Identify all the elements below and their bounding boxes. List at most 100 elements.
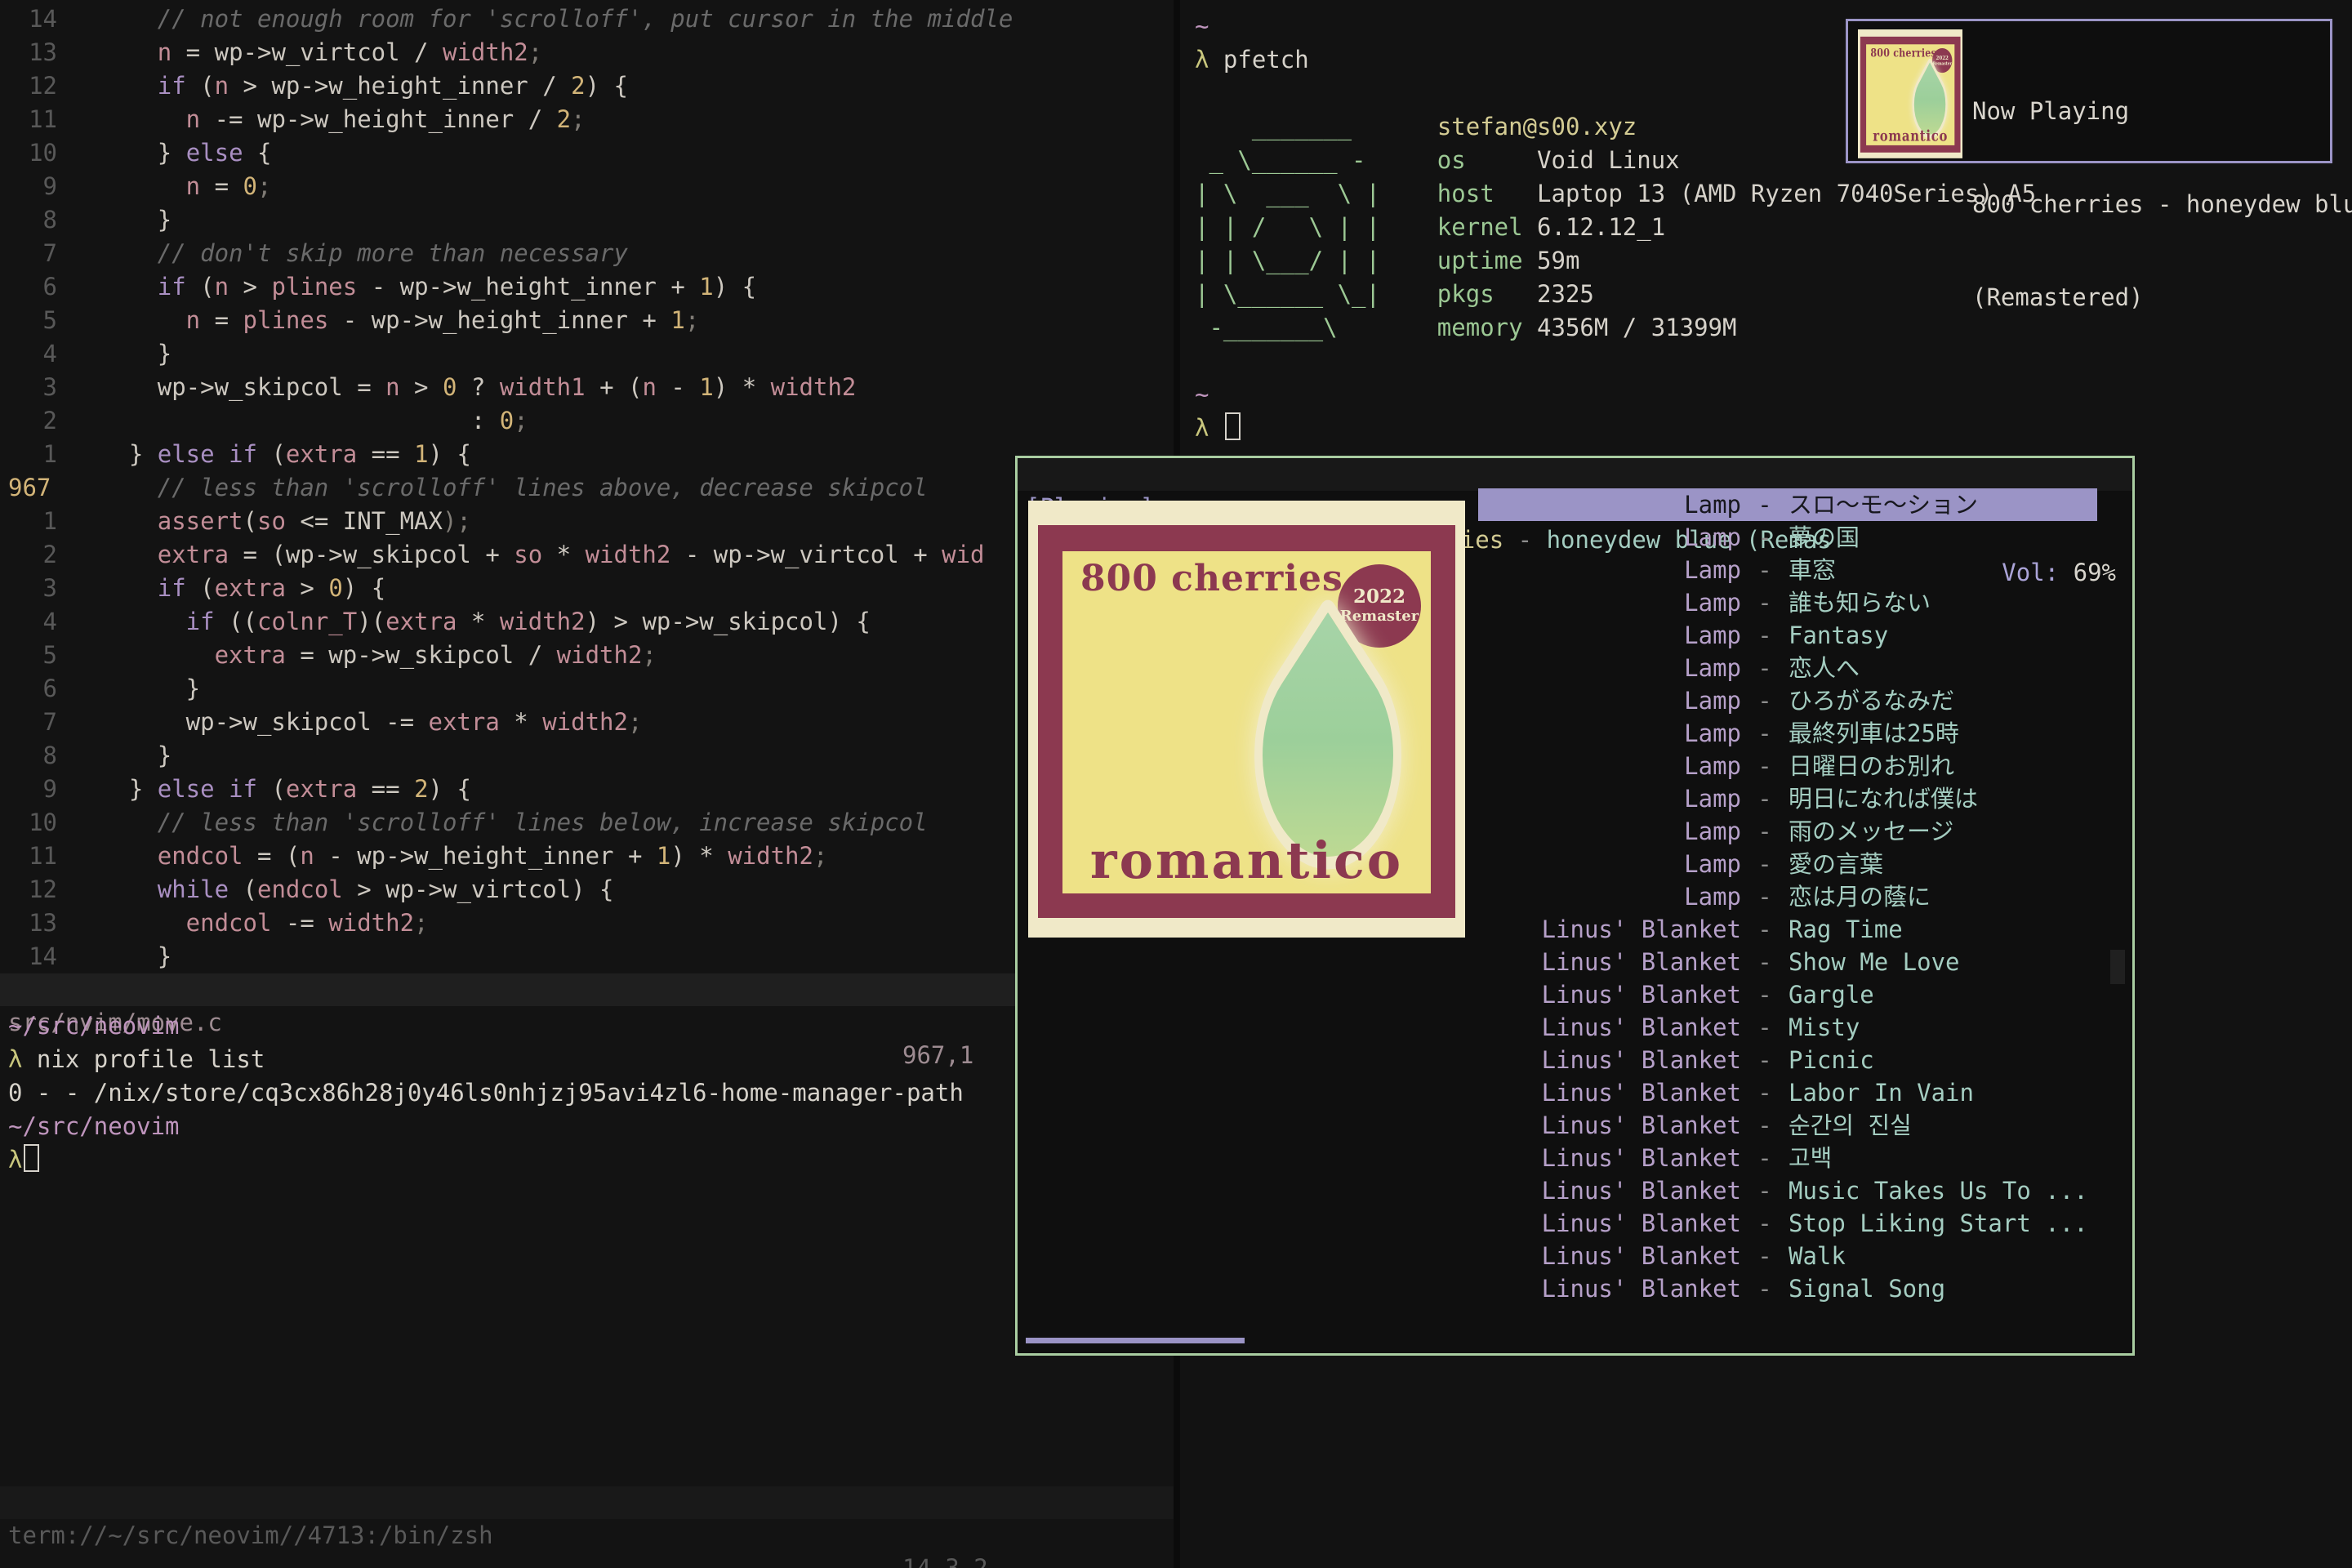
shell-line: 0 - - /nix/store/cq3cx86h28j0y46ls0nhjzj… bbox=[8, 1076, 1168, 1110]
code-line: 13 endcol -= width2; bbox=[0, 906, 1174, 940]
nvim-statusline-file: src/nvim/move.c 967,1 bbox=[0, 973, 1174, 1006]
playlist: Lamp-スロ～モ～ションLamp-夢の国Lamp-車窓Lamp-誰も知らないL… bbox=[1478, 488, 2097, 1305]
line-number: 4 bbox=[0, 605, 72, 639]
terminal-line: | \ ___ \ | host Laptop 13 (AMD Ryzen 70… bbox=[1195, 177, 2036, 211]
playlist-item[interactable]: Linus' Blanket-Gargle bbox=[1478, 978, 2097, 1011]
terminal-line: | \______ \_| pkgs 2325 bbox=[1195, 278, 2036, 311]
line-number: 10 bbox=[0, 806, 72, 840]
line-number: 14 bbox=[0, 2, 72, 36]
playlist-item[interactable]: Lamp-車窓 bbox=[1478, 554, 2097, 586]
code-line: 12 if (n > wp->w_height_inner / 2) { bbox=[0, 69, 1174, 103]
playlist-item[interactable]: Linus' Blanket-Signal Song bbox=[1478, 1272, 2097, 1305]
code-line: 6 } bbox=[0, 672, 1174, 706]
album-artist-text: 800 cherries bbox=[1080, 558, 1343, 599]
line-number: 7 bbox=[0, 706, 72, 739]
playlist-item[interactable]: Linus' Blanket-순간의 진실 bbox=[1478, 1109, 2097, 1142]
line-number: 8 bbox=[0, 203, 72, 237]
code-line: 3 if (extra > 0) { bbox=[0, 572, 1174, 605]
code-line: 7 // don't skip more than necessary bbox=[0, 237, 1174, 270]
line-number: 2 bbox=[0, 404, 72, 438]
album-art: 800 cherries 2022 Remaster romantico bbox=[1028, 501, 1465, 938]
code-line: 7 wp->w_skipcol -= extra * width2; bbox=[0, 706, 1174, 739]
code-line: 4 if ((colnr_T)(extra * width2) > wp->w_… bbox=[0, 605, 1174, 639]
current-line-number: 967 bbox=[0, 471, 72, 505]
line-number: 4 bbox=[0, 337, 72, 371]
playlist-item[interactable]: Lamp-夢の国 bbox=[1478, 521, 2097, 554]
line-number: 3 bbox=[0, 371, 72, 404]
playlist-item[interactable]: Lamp-雨のメッセージ bbox=[1478, 815, 2097, 848]
terminal-line bbox=[1195, 345, 2036, 378]
code-line: 13 n = wp->w_virtcol / width2; bbox=[0, 36, 1174, 69]
line-number: 11 bbox=[0, 840, 72, 873]
statusline-term-title: term://~/src/neovim//4713:/bin/zsh bbox=[8, 1519, 493, 1552]
code-line: 12 while (endcol > wp->w_virtcol) { bbox=[0, 873, 1174, 906]
playlist-item[interactable]: Linus' Blanket-Rag Time bbox=[1478, 913, 2097, 946]
playlist-item[interactable]: Lamp-恋人へ bbox=[1478, 652, 2097, 684]
playlist-item[interactable]: Lamp-愛の言葉 bbox=[1478, 848, 2097, 880]
shell-line: λ bbox=[8, 1143, 1168, 1177]
nvim-statusline-terminal: term://~/src/neovim//4713:/bin/zsh 14,3-… bbox=[0, 1486, 1174, 1519]
embedded-terminal[interactable]: ~/src/neovimλ nix profile list0 - - /nix… bbox=[8, 1009, 1168, 1177]
line-number: 9 bbox=[0, 170, 72, 203]
album-art-frame: 800 cherries 2022 Remaster romantico bbox=[1038, 525, 1455, 918]
album-title-text: romantico bbox=[1866, 127, 1954, 145]
code-area: 14 // not enough room for 'scrolloff', p… bbox=[0, 2, 1174, 973]
line-number: 7 bbox=[0, 237, 72, 270]
code-line: 8 } bbox=[0, 739, 1174, 773]
terminal-line: | | \___/ | | uptime 59m bbox=[1195, 244, 2036, 278]
line-number: 2 bbox=[0, 538, 72, 572]
playlist-item[interactable]: Lamp-誰も知らない bbox=[1478, 586, 2097, 619]
code-line: 10 // less than 'scrolloff' lines below,… bbox=[0, 806, 1174, 840]
code-line: 967 // less than 'scrolloff' lines above… bbox=[0, 471, 1174, 505]
playlist-item[interactable]: Lamp-Fantasy bbox=[1478, 619, 2097, 652]
playlist-item[interactable]: Lamp-最終列車は25時 bbox=[1478, 717, 2097, 750]
player-progress-bar[interactable] bbox=[1026, 1338, 1245, 1343]
line-number: 1 bbox=[0, 505, 72, 538]
notification-heading: Now Playing bbox=[1972, 96, 2352, 127]
playlist-item[interactable]: Linus' Blanket-Labor In Vain bbox=[1478, 1076, 2097, 1109]
playlist-item[interactable]: Lamp-恋は月の蔭に bbox=[1478, 880, 2097, 913]
line-number: 3 bbox=[0, 572, 72, 605]
shell-line: λ nix profile list bbox=[8, 1043, 1168, 1076]
code-line: 1 } else if (extra == 1) { bbox=[0, 438, 1174, 471]
line-number: 14 bbox=[0, 940, 72, 973]
code-line: 9 n = 0; bbox=[0, 170, 1174, 203]
code-line: 14 } bbox=[0, 940, 1174, 973]
album-artist-text: 800 cherries bbox=[1870, 47, 1936, 60]
line-number: 1 bbox=[0, 438, 72, 471]
code-line: 3 wp->w_skipcol = n > 0 ? width1 + (n - … bbox=[0, 371, 1174, 404]
now-playing-notification: 800 cherries 2022 Remaster romantico Now… bbox=[1846, 19, 2332, 163]
playlist-item[interactable]: Linus' Blanket-Misty bbox=[1478, 1011, 2097, 1044]
line-number: 13 bbox=[0, 36, 72, 69]
playlist-item-selected[interactable]: Lamp-スロ～モ～ション bbox=[1478, 488, 2097, 521]
playlist-item[interactable]: Linus' Blanket-Stop Liking Start ... bbox=[1478, 1207, 2097, 1240]
code-line: 8 } bbox=[0, 203, 1174, 237]
nvim-window: 14 // not enough room for 'scrolloff', p… bbox=[0, 0, 1174, 1568]
code-line: 14 // not enough room for 'scrolloff', p… bbox=[0, 2, 1174, 36]
playlist-item[interactable]: Linus' Blanket-고백 bbox=[1478, 1142, 2097, 1174]
code-line: 11 endcol = (n - wp->w_height_inner + 1)… bbox=[0, 840, 1174, 873]
playlist-scrollbar-thumb[interactable] bbox=[2110, 950, 2125, 984]
code-line: 1 assert(so <= INT_MAX); bbox=[0, 505, 1174, 538]
line-number: 12 bbox=[0, 69, 72, 103]
playlist-item[interactable]: Lamp-明日になれば僕は bbox=[1478, 782, 2097, 815]
playlist-item[interactable]: Linus' Blanket-Show Me Love bbox=[1478, 946, 2097, 978]
shell-line: ~/src/neovim bbox=[8, 1009, 1168, 1043]
line-number: 6 bbox=[0, 270, 72, 304]
line-number: 12 bbox=[0, 873, 72, 906]
notification-detail: (Remastered) bbox=[1972, 282, 2352, 313]
player-header: [Playing] herries - honeydew blue (Remas… bbox=[1018, 458, 2132, 491]
statusline-term-ruler: 14,3-2 bbox=[902, 1552, 988, 1568]
playlist-item[interactable]: Lamp-ひろがるなみだ bbox=[1478, 684, 2097, 717]
code-line: 10 } else { bbox=[0, 136, 1174, 170]
notification-track: 800 cherries - honeydew blue bbox=[1972, 189, 2352, 220]
playlist-item[interactable]: Linus' Blanket-Music Takes Us To ... bbox=[1478, 1174, 2097, 1207]
code-line: 2 extra = (wp->w_skipcol + so * width2 -… bbox=[0, 538, 1174, 572]
playlist-item[interactable]: Linus' Blanket-Picnic bbox=[1478, 1044, 2097, 1076]
line-number: 10 bbox=[0, 136, 72, 170]
playlist-item[interactable]: Lamp-日曜日のお別れ bbox=[1478, 750, 2097, 782]
shell-line: ~/src/neovim bbox=[8, 1110, 1168, 1143]
code-line: 6 if (n > plines - wp->w_height_inner + … bbox=[0, 270, 1174, 304]
playlist-item[interactable]: Linus' Blanket-Walk bbox=[1478, 1240, 2097, 1272]
line-number: 13 bbox=[0, 906, 72, 940]
